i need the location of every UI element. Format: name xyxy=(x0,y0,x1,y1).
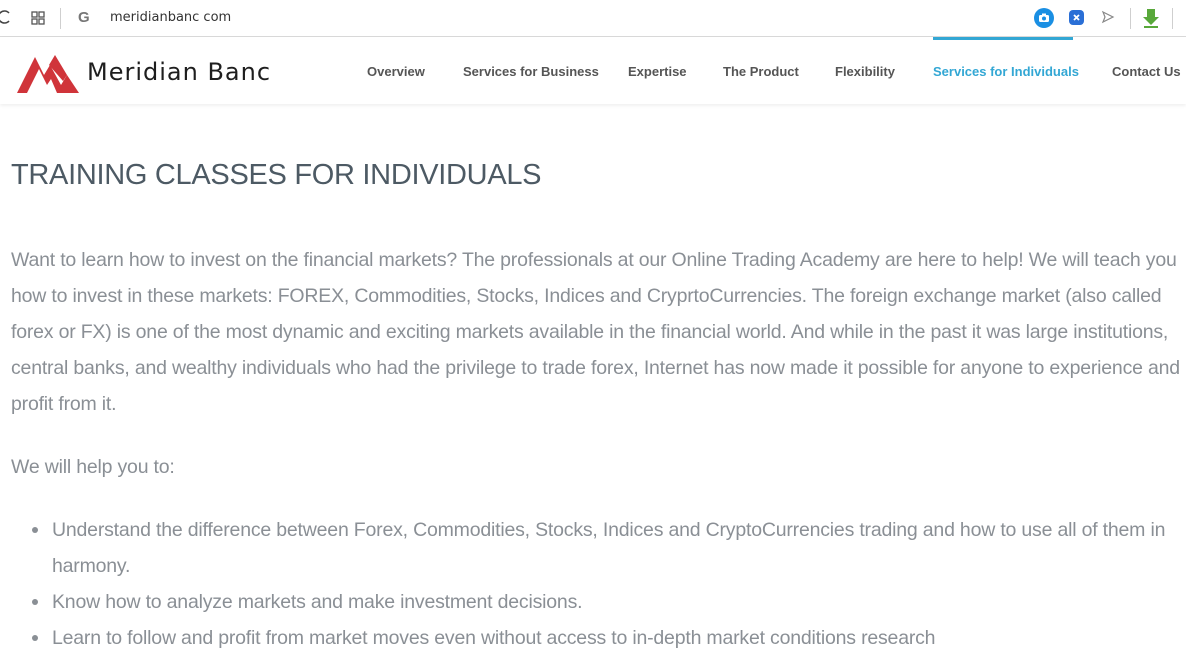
tabs-grid-icon[interactable] xyxy=(31,11,45,25)
browser-toolbar: G meridianbanc com xyxy=(0,0,1186,37)
main-nav: Overview Services for Business Expertise… xyxy=(0,37,1186,104)
address-bar-url[interactable]: meridianbanc com xyxy=(110,9,231,27)
send-icon[interactable] xyxy=(1101,10,1115,24)
toolbar-divider xyxy=(60,8,61,29)
google-icon: G xyxy=(78,9,90,26)
nav-overview[interactable]: Overview xyxy=(367,37,425,104)
nav-services-for-business[interactable]: Services for Business xyxy=(463,37,599,104)
camera-icon[interactable] xyxy=(1034,8,1054,28)
list-item: Understand the difference between Forex,… xyxy=(11,512,1171,584)
intro-paragraph: Want to learn how to invest on the finan… xyxy=(11,249,1180,415)
page-title: TRAINING CLASSES FOR INDIVIDUALS xyxy=(11,159,542,191)
nav-contact-us[interactable]: Contact Us xyxy=(1112,37,1181,104)
site-header: Meridian Banc Overview Services for Busi… xyxy=(0,37,1186,104)
list-item: Learn to follow and profit from market m… xyxy=(11,620,1171,656)
download-icon[interactable] xyxy=(1143,8,1159,28)
nav-flexibility[interactable]: Flexibility xyxy=(835,37,895,104)
nav-the-product[interactable]: The Product xyxy=(723,37,799,104)
nav-services-for-individuals[interactable]: Services for Individuals xyxy=(933,37,1079,104)
reload-icon[interactable] xyxy=(0,8,12,26)
benefits-list: Understand the difference between Forex,… xyxy=(11,512,1171,656)
toolbar-divider xyxy=(1130,8,1131,29)
nav-expertise[interactable]: Expertise xyxy=(628,37,687,104)
help-lead-text: We will help you to: xyxy=(11,456,175,478)
list-item: Know how to analyze markets and make inv… xyxy=(11,584,1171,620)
toolbar-divider xyxy=(1172,8,1173,29)
extension-icon[interactable] xyxy=(1069,10,1084,25)
